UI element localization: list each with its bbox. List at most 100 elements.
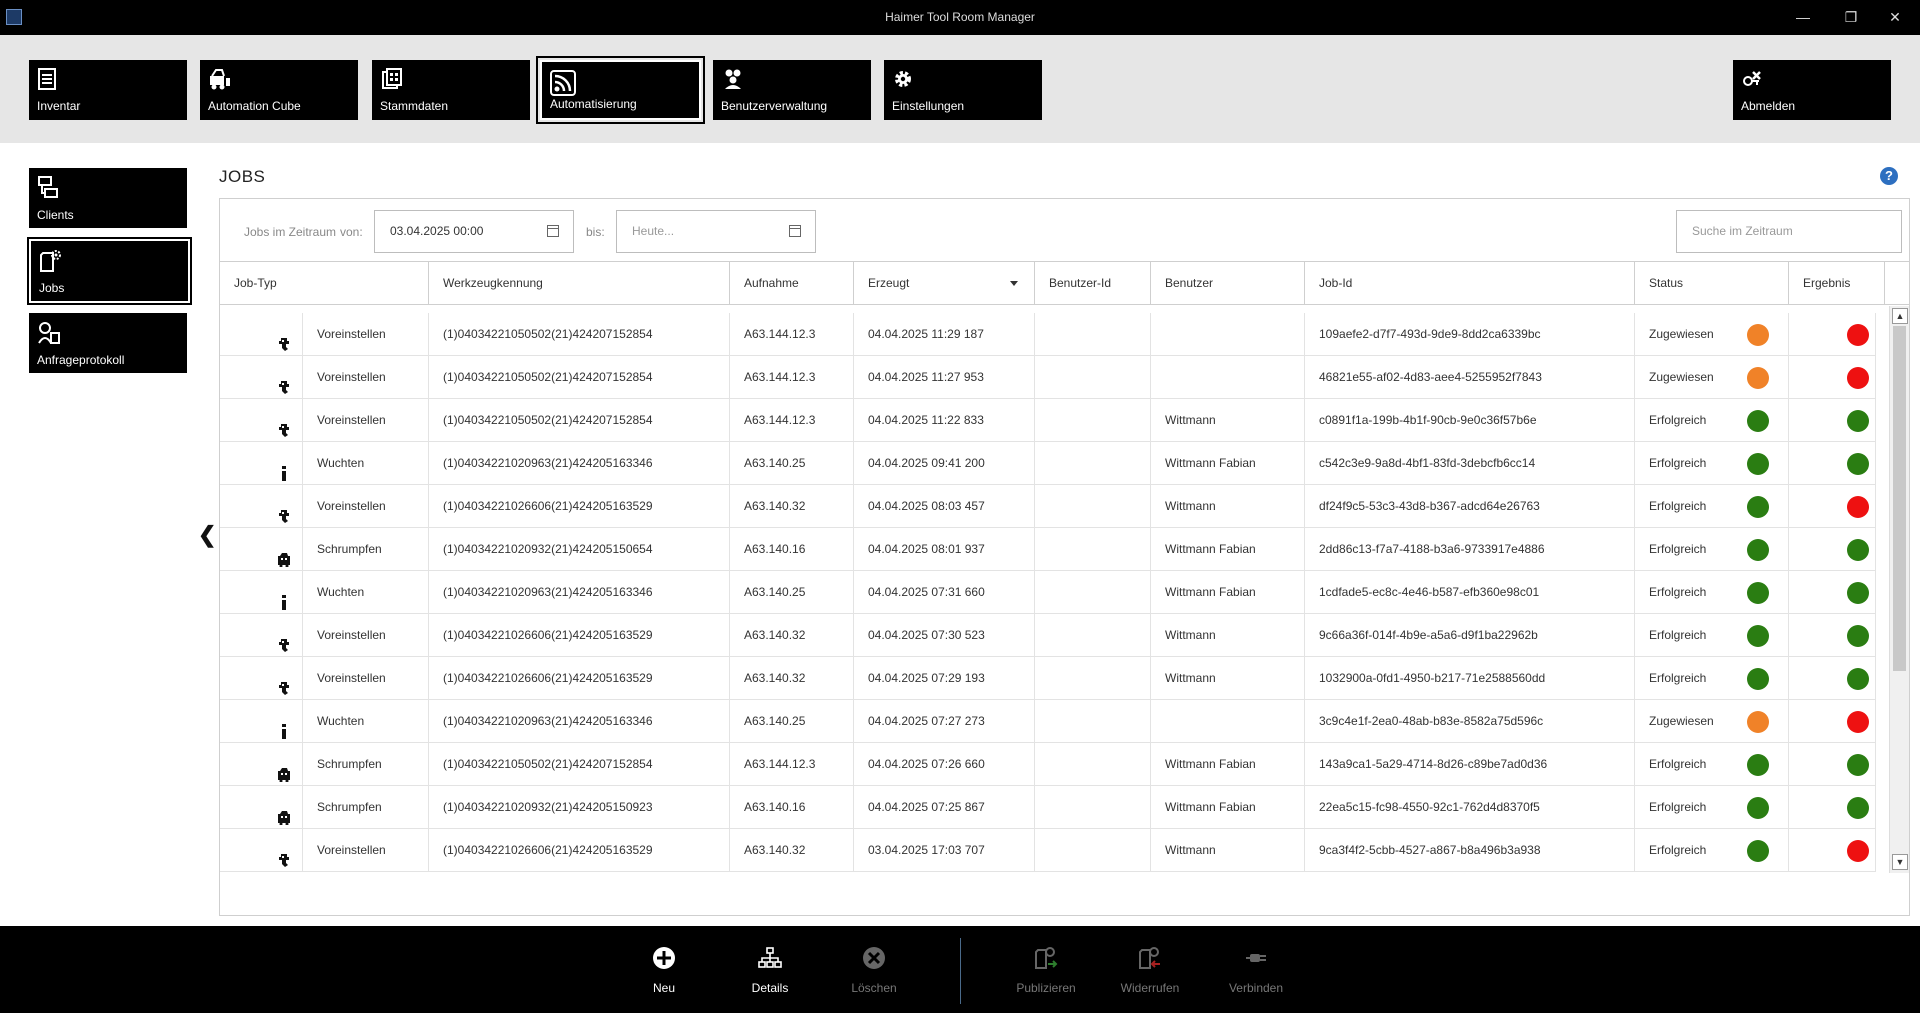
cell-status-text: Zugewiesen [1649, 370, 1714, 384]
nav-automation-cube[interactable]: Automation Cube [200, 60, 358, 120]
cell-job-id-text: 9ca3f4f2-5cbb-4527-a867-b8a496b3a938 [1319, 843, 1541, 857]
cell-werkzeugkennung-text: (1)04034221020932(21)424205150923 [443, 800, 653, 814]
nav-stammdaten[interactable]: Stammdaten [372, 60, 530, 120]
cell-aufnahme: A63.140.32 [730, 657, 854, 700]
cell-erzeugt: 04.04.2025 09:41 200 [854, 442, 1035, 485]
result-indicator-dot [1847, 324, 1869, 346]
nav-benutzerverwaltung[interactable]: Benutzerverwaltung [713, 60, 871, 120]
column-benutzer-id[interactable]: Benutzer-Id [1035, 262, 1151, 305]
cell-aufnahme-text: A63.140.25 [744, 714, 806, 728]
restore-button[interactable]: ❐ [1836, 5, 1866, 29]
cell-status-text: Erfolgreich [1649, 843, 1707, 857]
window-title: Haimer Tool Room Manager [885, 10, 1035, 24]
logout-icon [1743, 71, 1761, 86]
status-indicator-dot [1747, 625, 1769, 647]
sidenav-jobs[interactable]: Jobs [27, 237, 192, 305]
publish-button[interactable]: Publizieren [1006, 946, 1086, 1006]
cell-benutzer: Wittmann Fabian [1151, 442, 1305, 485]
column-job-typ[interactable]: Job-Typ [220, 262, 429, 305]
cell-job-id-text: c542c3e9-9a8d-4bf1-83fd-3debcfb6cc14 [1319, 456, 1536, 470]
cell-aufnahme-text: A63.140.32 [744, 671, 806, 685]
scrollbar-thumb[interactable] [1893, 326, 1906, 671]
help-icon[interactable]: ? [1880, 167, 1898, 185]
table-row[interactable]: Voreinstellen (1)04034221026606(21)424205… [220, 657, 1876, 700]
sidenav-clients[interactable]: Clients [29, 168, 187, 228]
result-indicator-dot [1847, 711, 1869, 733]
table-row[interactable]: Voreinstellen (1)04034221026606(21)424205… [220, 485, 1876, 528]
minimize-button[interactable]: — [1788, 5, 1818, 29]
table-row[interactable]: Wuchten (1)04034221020963(21)424205163346… [220, 442, 1876, 485]
balancing-icon [277, 585, 291, 610]
scroll-down-icon[interactable]: ▼ [1892, 854, 1908, 870]
cell-werkzeugkennung: (1)04034221050502(21)424207152854 [429, 356, 730, 399]
table-row[interactable]: Schrumpfen (1)04034221020932(21)424205150… [220, 786, 1876, 829]
cell-erzeugt: 04.04.2025 07:27 273 [854, 700, 1035, 743]
cell-status-text: Erfolgreich [1649, 413, 1707, 427]
status-indicator-dot [1747, 754, 1769, 776]
cell-aufnahme: A63.140.32 [730, 829, 854, 872]
cell-status: Erfolgreich [1635, 399, 1789, 442]
cell-werkzeugkennung-text: (1)04034221050502(21)424207152854 [443, 370, 653, 384]
nav-benutzerverwaltung-label: Benutzerverwaltung [721, 99, 828, 113]
search-input[interactable]: Suche im Zeitraum [1676, 210, 1902, 253]
column-werkzeugkennung[interactable]: Werkzeugkennung [429, 262, 730, 305]
nav-einstellungen[interactable]: Einstellungen [884, 60, 1042, 120]
cell-werkzeugkennung: (1)04034221026606(21)424205163529 [429, 614, 730, 657]
table-row[interactable]: Schrumpfen (1)04034221050502(21)424207152… [220, 743, 1876, 786]
collapse-sidebar-chevron-icon[interactable]: ❮ [198, 522, 216, 548]
cell-benutzer: Wittmann Fabian [1151, 786, 1305, 829]
cell-job-typ-icon [220, 313, 303, 356]
column-status[interactable]: Status [1635, 262, 1789, 305]
cell-job-id: 109aefe2-d7f7-493d-9de9-8dd2ca6339bc [1305, 313, 1635, 356]
cell-job-typ: Voreinstellen [303, 356, 429, 399]
table-row[interactable]: Voreinstellen (1)04034221050502(21)424207… [220, 356, 1876, 399]
sidenav-anfrageprotokoll[interactable]: Anfrageprotokoll [29, 313, 187, 373]
calendar-icon[interactable] [789, 225, 801, 237]
delete-button[interactable]: Löschen [834, 946, 914, 1006]
cell-status: Zugewiesen [1635, 313, 1789, 356]
nav-abmelden[interactable]: Abmelden [1733, 60, 1891, 120]
connect-button[interactable]: Verbinden [1216, 946, 1296, 1006]
details-button[interactable]: Details [730, 946, 810, 1006]
table-row[interactable]: Schrumpfen (1)04034221020932(21)424205150… [220, 528, 1876, 571]
cell-status-text: Erfolgreich [1649, 456, 1707, 470]
cell-werkzeugkennung: (1)04034221050502(21)424207152854 [429, 743, 730, 786]
scroll-up-icon[interactable]: ▲ [1892, 308, 1908, 324]
cell-erzeugt-text: 04.04.2025 07:30 523 [868, 628, 985, 642]
cell-status: Erfolgreich [1635, 571, 1789, 614]
cell-job-id: 46821e55-af02-4d83-aee4-5255952f7843 [1305, 356, 1635, 399]
vertical-scrollbar[interactable]: ▲ ▼ [1889, 306, 1909, 873]
column-benutzer[interactable]: Benutzer [1151, 262, 1305, 305]
cell-job-id-text: c0891f1a-199b-4b1f-90cb-9e0c36f57b6e [1319, 413, 1537, 427]
table-row[interactable]: Wuchten (1)04034221020963(21)424205163346… [220, 571, 1876, 614]
cell-erzeugt-text: 03.04.2025 17:03 707 [868, 843, 985, 857]
presetting-icon [277, 370, 291, 394]
new-button[interactable]: Neu [624, 946, 704, 1006]
column-erzeugt[interactable]: Erzeugt [854, 262, 1035, 305]
table-row[interactable]: Voreinstellen (1)04034221026606(21)424205… [220, 829, 1876, 872]
nav-inventar[interactable]: Inventar [29, 60, 187, 120]
cell-job-typ: Wuchten [303, 571, 429, 614]
table-row[interactable]: Voreinstellen (1)04034221050502(21)424207… [220, 399, 1876, 442]
column-ergebnis[interactable]: Ergebnis [1789, 262, 1885, 305]
cell-aufnahme: A63.144.12.3 [730, 743, 854, 786]
details-button-label: Details [751, 981, 789, 995]
calendar-icon[interactable] [547, 225, 559, 237]
cell-job-typ-text: Wuchten [317, 585, 365, 599]
to-date-input[interactable]: Heute... [616, 210, 816, 253]
close-button[interactable]: ✕ [1880, 5, 1910, 29]
from-date-input[interactable]: 03.04.2025 00:00 [374, 210, 574, 253]
table-row[interactable]: Voreinstellen (1)04034221050502(21)424207… [220, 313, 1876, 356]
cell-job-id: 143a9ca1-5a29-4714-8d26-c89be7ad0d36 [1305, 743, 1635, 786]
column-aufnahme[interactable]: Aufnahme [730, 262, 854, 305]
column-job-id[interactable]: Job-Id [1305, 262, 1635, 305]
table-row[interactable]: Wuchten (1)04034221020963(21)424205163346… [220, 700, 1876, 743]
cell-job-typ-icon [220, 442, 303, 485]
sidenav-jobs-label: Jobs [39, 281, 65, 295]
cell-job-typ-icon [220, 356, 303, 399]
cell-erzeugt: 04.04.2025 07:31 660 [854, 571, 1035, 614]
cell-status: Erfolgreich [1635, 528, 1789, 571]
table-row[interactable]: Voreinstellen (1)04034221026606(21)424205… [220, 614, 1876, 657]
revoke-button[interactable]: Widerrufen [1110, 946, 1190, 1006]
nav-automatisierung[interactable]: Automatisierung [536, 56, 705, 124]
